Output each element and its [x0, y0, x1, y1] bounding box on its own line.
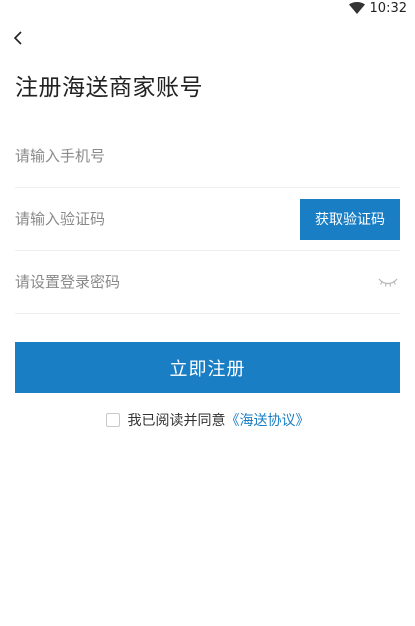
phone-field-row	[15, 125, 400, 188]
code-field-row: 获取验证码	[15, 188, 400, 251]
status-bar: 10:32	[0, 0, 415, 22]
agreement-text: 我已阅读并同意	[127, 413, 226, 429]
agreement-row: 我已阅读并同意 《海送协议》	[0, 410, 415, 430]
wifi-icon	[349, 2, 365, 14]
register-button[interactable]: 立即注册	[15, 342, 400, 393]
password-input[interactable]	[15, 267, 378, 297]
agreement-checkbox[interactable]	[105, 413, 120, 427]
get-code-button[interactable]: 获取验证码	[300, 198, 400, 240]
phone-input[interactable]	[15, 141, 400, 171]
password-field-row	[15, 251, 400, 314]
chevron-left-icon	[13, 31, 22, 45]
verification-code-input[interactable]	[15, 204, 300, 234]
agreement-link[interactable]: 《海送协议》	[226, 410, 310, 430]
eye-closed-icon[interactable]	[378, 276, 398, 288]
status-time: 10:32	[369, 1, 407, 16]
back-button[interactable]	[6, 26, 30, 50]
page-title: 注册海送商家账号	[15, 75, 203, 101]
